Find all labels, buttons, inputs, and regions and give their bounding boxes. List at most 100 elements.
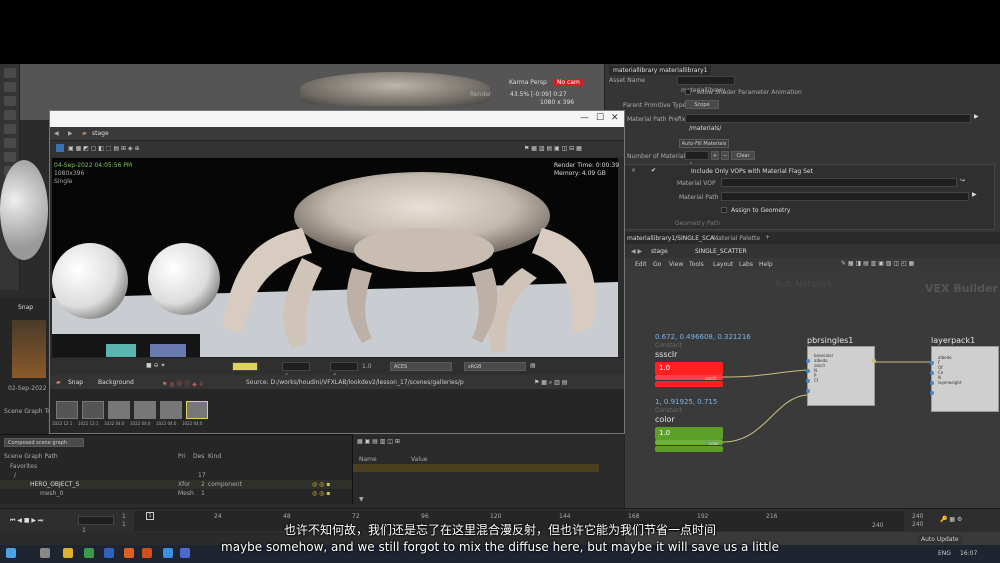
thumb-label: 1022 04:0 (130, 421, 151, 426)
pbr-output-port[interactable] (872, 359, 876, 363)
visibility-icons[interactable]: ◎ ◎ ▪ (312, 481, 330, 488)
material-path-prefix-label: Material Path Prefix (627, 116, 686, 123)
gallery-action-icons[interactable]: ⚑ ◎ ⓑ ⓡ ◈ ⚐ (162, 379, 204, 388)
viewer-mode-icons[interactable]: ■ ⊖ ✶ (146, 362, 166, 369)
material-path-field[interactable] (721, 192, 969, 201)
snapshot-thumbnail[interactable] (82, 401, 104, 419)
path-arrow-icon[interactable]: ▶ (974, 113, 979, 120)
mesh-row[interactable]: mesh_0 (40, 490, 63, 497)
parent-primitive-dropdown[interactable]: Scope (685, 100, 719, 109)
col-des: Des (193, 453, 205, 460)
snap-icon[interactable]: ▰ (56, 379, 61, 386)
properties-panel: ▦ ▣ ▤ ▥ ◫ ⊞ Name Value ▼ (352, 434, 604, 504)
multiparm-x-icon[interactable]: × (631, 167, 636, 174)
remove-material-button[interactable]: − (721, 151, 729, 160)
view-tool-icon[interactable] (4, 82, 16, 92)
sssclr-node-footer (655, 381, 723, 387)
assign-geometry-checkbox[interactable] (721, 207, 727, 213)
viewer-display-icons[interactable]: ⚑ ▦ ▥ ▤ ▣ ◫ ⊟ ▦ (524, 145, 582, 152)
scene-graph-mode-dropdown[interactable]: Composed scene graph (4, 438, 84, 447)
exposure-field[interactable]: 0 (232, 362, 258, 380)
pbrsingles1-name[interactable]: pbrsingles1 (807, 336, 853, 345)
tick-label: 96 (421, 513, 429, 520)
snap-tool-icon[interactable] (4, 124, 16, 134)
ocio-display-dropdown[interactable]: ACES (390, 362, 452, 371)
layer-input-port[interactable] (930, 381, 934, 385)
stage-path[interactable]: stage (92, 130, 109, 137)
snapshot-thumbnail[interactable] (56, 401, 78, 419)
light-tool-icon[interactable] (4, 152, 16, 162)
material-vop-field[interactable] (721, 178, 957, 187)
window-titlebar[interactable]: — ☐ ✕ (50, 111, 624, 127)
asset-name-field[interactable]: materiallibrary (677, 76, 735, 94)
visibility-icons[interactable]: ◎ ◎ ▪ (312, 490, 330, 497)
pbr-input-port[interactable] (806, 369, 810, 373)
color-node[interactable]: 1.0 (655, 427, 723, 440)
selection-mode-icon[interactable] (56, 144, 64, 152)
source-path: Source: D:/works/houdini/VFXLAB/lookdev2… (246, 379, 464, 386)
hero-object-row[interactable]: HERO_OBJECT_S (30, 481, 79, 488)
gallery-search-icons[interactable]: ⚑ ▦ ⌕ ▥ ▤ (534, 379, 567, 387)
maximize-button[interactable]: ☐ (596, 113, 604, 123)
material-vop-jump-icon[interactable]: ↪ (960, 177, 965, 184)
tick-label: 192 (697, 513, 709, 520)
layerpack1-name[interactable]: layerpack1 (931, 336, 975, 345)
back-icon[interactable]: ◀ (54, 130, 59, 137)
layerpack1-node[interactable]: albedo F Of Ce N layerweight (930, 346, 999, 412)
thumb-label: 1022 04:0 (104, 421, 125, 426)
layer-input-port[interactable] (930, 371, 934, 375)
render-tool-icon[interactable] (4, 110, 16, 120)
material-path-prefix-field[interactable]: /materials/ (685, 114, 971, 132)
camera-tool-icon[interactable] (4, 138, 16, 148)
gamma-field[interactable]: 1 (282, 362, 310, 380)
minimize-button[interactable]: — (580, 113, 589, 123)
properties-toolbar-icons[interactable]: ▦ ▣ ▤ ▥ ◫ ⊞ (357, 438, 400, 445)
layer-input-port[interactable] (930, 361, 934, 365)
layer-input-port[interactable] (930, 391, 934, 395)
include-only-checkmark[interactable]: ✔ (651, 167, 656, 174)
sssclr-node-name[interactable]: sssclr (655, 350, 677, 359)
snapshot-thumbnail-selected[interactable] (186, 401, 208, 419)
pbrsingles1-node[interactable]: basecolor albedo sssclr N P Cf (806, 346, 876, 406)
root-row[interactable]: / (14, 472, 16, 479)
lock-tool-icon[interactable] (4, 96, 16, 106)
snapshot-thumbnail[interactable] (160, 401, 182, 419)
channel-icon[interactable]: ▤ (530, 362, 536, 369)
snap-label-left[interactable]: Snap (18, 304, 33, 311)
snapshot-thumbnail[interactable] (134, 401, 156, 419)
scale-value[interactable]: 1.0 (362, 363, 372, 370)
ocio-view-dropdown[interactable]: sRGB (464, 362, 526, 371)
favorites-row[interactable]: Favorites (10, 463, 37, 470)
snap-button[interactable]: Snap (68, 379, 83, 386)
forward-icon[interactable]: ▶ (68, 130, 73, 137)
playhead[interactable]: 1 (146, 512, 154, 520)
filter-icon[interactable]: ▼ (359, 496, 364, 503)
color-node-name[interactable]: color (655, 415, 675, 424)
no-cam-button[interactable]: No cam (554, 79, 583, 86)
background-dropdown[interactable]: Background (98, 379, 134, 386)
pbr-input-port[interactable] (806, 359, 810, 363)
number-of-materials-field[interactable]: 1 (685, 151, 709, 169)
properties-highlight-row[interactable] (353, 464, 599, 472)
allow-shader-checkbox[interactable] (685, 89, 691, 95)
pbr-input-port[interactable] (806, 379, 810, 383)
pbr-input-port[interactable] (806, 389, 810, 393)
assign-geometry-label: Assign to Geometry (731, 207, 791, 214)
close-button[interactable]: ✕ (611, 113, 619, 123)
scene-graph-panel: Composed scene graph Scene Graph Path Pr… (0, 434, 352, 504)
mesh-type: Mesh (178, 490, 194, 497)
sssclr-node[interactable]: 1.0 (655, 362, 723, 375)
material-path-arrow-icon[interactable]: ▶ (972, 191, 977, 198)
viewer-tool-icons[interactable]: ▣ ▦ ◩ ▢ ◧ ⬚ ▤ ⊞ ◈ ⊕ (68, 145, 140, 152)
select-tool-icon[interactable] (4, 68, 16, 78)
network-editor[interactable]: materiallibrary1/SINGLE_SCA... Material … (624, 232, 1000, 546)
offset-field[interactable]: 0 (330, 362, 358, 380)
snapshot-gallery: 1022 12:1 1022 12:1 1022 04:0 1022 04:0 … (50, 389, 624, 433)
camera-dropdown[interactable]: Karma Persp (506, 79, 550, 86)
gallery-toolbar: ▰ Snap Background ⚑ ◎ ⓑ ⓡ ◈ ⚐ Source: D:… (50, 375, 624, 389)
character-thumbnail[interactable] (12, 320, 46, 378)
snapshot-thumbnail[interactable] (108, 401, 130, 419)
add-material-button[interactable]: + (711, 151, 719, 160)
auto-fill-materials-button[interactable]: Auto-Fill Materials (679, 139, 729, 148)
clear-button[interactable]: Clear (731, 151, 755, 160)
